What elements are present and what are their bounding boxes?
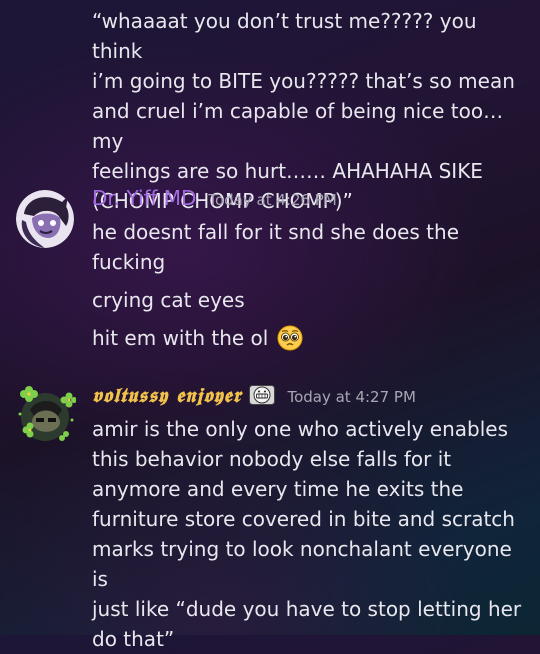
message-line: fucking — [92, 250, 166, 274]
message-line: marks trying to look nonchalant everyone… — [92, 537, 512, 591]
message-line: furniture store covered in bite and scra… — [92, 507, 515, 531]
message-line: hit em with the ol — [92, 323, 526, 353]
message-content: “whaaaat you don’t trust me????? you thi… — [92, 6, 526, 216]
message-line: i’m going to BITE you????? that’s so mea… — [92, 69, 515, 93]
message-line: crying cat eyes — [92, 288, 245, 312]
grimace-face-badge-icon[interactable] — [249, 385, 276, 405]
message-line: and cruel i’m capable of being nice too…… — [92, 99, 504, 153]
message-line: he doesnt fall for it snd she does the — [92, 220, 459, 244]
username[interactable]: Dr. Yiff MD — [92, 186, 196, 210]
message-header: 𝖛𝖔𝖑𝖙𝖚𝖘𝖘𝖞 𝖊𝖓𝖏𝖔𝖞𝖊𝖗 Today at 4:27 PM — [92, 382, 526, 414]
message-line: “whaaaat you don’t trust me????? you thi… — [92, 9, 477, 63]
message-line: just like “dude you have to stop letting… — [92, 597, 522, 621]
message-content: 𝖛𝖔𝖑𝖙𝖚𝖘𝖘𝖞 𝖊𝖓𝖏𝖔𝖞𝖊𝖗 Today at 4:27 PM amir i… — [92, 382, 526, 654]
avatar-image — [18, 386, 76, 441]
message-line: amir is the only one who actively enable… — [92, 417, 509, 441]
message-line: do that” — [92, 627, 175, 651]
pleading-face-icon[interactable] — [277, 325, 303, 351]
message-header: Dr. Yiff MD Today at 4:26 PM — [92, 186, 526, 214]
message-line: feelings are so hurt…… AHAHAHA SIKE — [92, 159, 483, 183]
message-line: anymore and every time he exits the — [92, 477, 464, 501]
avatar[interactable] — [16, 190, 74, 248]
username[interactable]: 𝖛𝖔𝖑𝖙𝖚𝖘𝖘𝖞 𝖊𝖓𝖏𝖔𝖞𝖊𝖗 — [92, 383, 241, 407]
avatar-image — [16, 190, 74, 248]
avatar[interactable] — [14, 384, 76, 446]
timestamp: Today at 4:26 PM — [208, 191, 337, 209]
message-text: hit em with the ol — [92, 326, 269, 350]
chat-scroll-area[interactable]: “whaaaat you don’t trust me????? you thi… — [0, 0, 540, 651]
message-line: this behavior nobody else falls for it — [92, 447, 452, 471]
message-content: Dr. Yiff MD Today at 4:26 PM he doesnt f… — [92, 186, 526, 353]
timestamp: Today at 4:27 PM — [287, 388, 416, 406]
